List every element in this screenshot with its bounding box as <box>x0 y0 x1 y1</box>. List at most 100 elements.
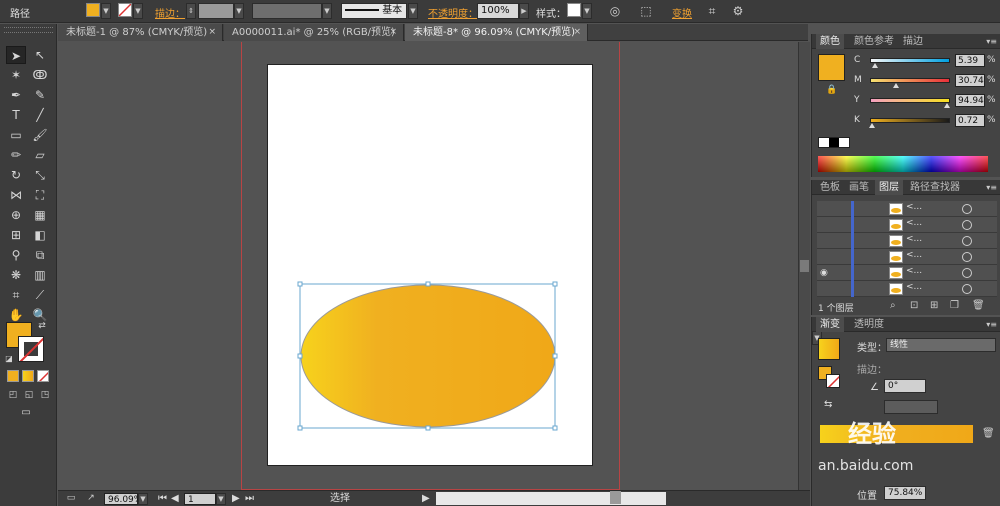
line-tool-icon[interactable]: ╱ <box>30 106 50 124</box>
width-tool-icon[interactable]: ⋈ <box>6 186 26 204</box>
panel-menu-icon[interactable]: ▾≡ <box>986 34 997 49</box>
graphic-style-dropdown[interactable]: ▼ <box>582 3 592 19</box>
perspective-grid-tool-icon[interactable]: ▦ <box>30 206 50 224</box>
share-icon[interactable]: ↗ <box>84 491 98 505</box>
zoom-level-field[interactable]: 96.09% <box>104 493 142 505</box>
channel-value-field[interactable]: 0.72 <box>955 114 985 127</box>
channel-slider[interactable] <box>870 98 950 103</box>
prev-artboard-icon[interactable]: ◀ <box>171 493 179 505</box>
visibility-eye-icon[interactable] <box>820 219 832 231</box>
color-spectrum-bar[interactable] <box>818 156 988 172</box>
align-options-icon[interactable]: ⬚ <box>638 3 654 19</box>
paintbrush-tool-icon[interactable]: 🖌 <box>30 126 50 144</box>
channel-slider[interactable] <box>870 118 950 123</box>
next-artboard-icon[interactable]: ▶ <box>232 493 240 505</box>
new-sublayer-icon[interactable]: ⊞ <box>930 300 938 311</box>
status-menu-arrow[interactable]: ▶ <box>422 493 430 505</box>
gradient-type-dropdown[interactable]: 线性 <box>886 338 996 352</box>
vertical-scrollbar[interactable] <box>798 42 810 490</box>
delete-stop-icon[interactable]: 🗑 <box>982 428 995 439</box>
layer-row[interactable]: <... <box>817 281 997 297</box>
target-circle-icon[interactable] <box>962 268 972 278</box>
delete-layer-icon[interactable]: 🗑 <box>972 300 985 311</box>
stroke-weight-dropdown[interactable]: ▼ <box>234 3 244 19</box>
gradient-ellipse[interactable] <box>300 284 556 428</box>
rotate-tool-icon[interactable]: ↻ <box>6 166 26 184</box>
visibility-eye-icon[interactable] <box>820 251 832 263</box>
tab-color-guide[interactable]: 颜色参考 <box>850 34 898 49</box>
draw-normal-icon[interactable]: ◰ <box>6 388 20 402</box>
horizontal-scroll-thumb[interactable] <box>610 491 621 504</box>
none-mode-button[interactable] <box>37 370 49 382</box>
tab-doc-3-active[interactable]: 未标题-8* @ 96.09% (CMYK/预览) × <box>405 24 588 41</box>
channel-value-field[interactable]: 94.94 <box>955 94 985 107</box>
gradient-angle-field[interactable]: 0° <box>884 379 926 393</box>
vertical-scroll-thumb[interactable] <box>800 260 809 272</box>
panel-menu-icon[interactable]: ▾≡ <box>986 317 997 332</box>
channel-slider-thumb[interactable] <box>893 83 899 88</box>
stroke-none-swatch[interactable] <box>118 3 132 17</box>
type-tool-icon[interactable]: T <box>6 106 26 124</box>
channel-slider-thumb[interactable] <box>869 123 875 128</box>
document-canvas[interactable] <box>58 42 798 490</box>
tab-doc-1[interactable]: 未标题-1 @ 87% (CMYK/预览) × <box>58 24 223 41</box>
target-circle-icon[interactable] <box>962 236 972 246</box>
layer-row[interactable]: <... <box>817 201 997 217</box>
gradient-tool-icon[interactable]: ◧ <box>30 226 50 244</box>
toolbox-grip[interactable] <box>4 27 53 33</box>
close-icon[interactable]: × <box>573 24 581 41</box>
artboard-tool-icon[interactable]: ⌗ <box>6 286 26 304</box>
lasso-tool-icon[interactable]: ↂ <box>30 66 50 84</box>
fill-dropdown-arrow[interactable]: ▼ <box>101 3 111 19</box>
tab-gradient[interactable]: 渐变 <box>816 317 844 332</box>
magic-wand-tool-icon[interactable]: ✶ <box>6 66 26 84</box>
screen-mode-icon[interactable]: ▭ <box>16 406 36 420</box>
eraser-tool-icon[interactable]: ▱ <box>30 146 50 164</box>
shape-builder-tool-icon[interactable]: ⊕ <box>6 206 26 224</box>
rectangle-tool-icon[interactable]: ▭ <box>6 126 26 144</box>
variable-width-field[interactable] <box>252 3 322 19</box>
stop-position-field[interactable]: 75.84% <box>884 486 926 500</box>
stroke-dropdown-arrow[interactable]: ▼ <box>133 3 143 19</box>
channel-value-field[interactable]: 30.74 <box>955 74 985 87</box>
visibility-eye-icon[interactable] <box>820 235 832 247</box>
stroke-weight-field[interactable] <box>198 3 234 19</box>
curvature-tool-icon[interactable]: ✎ <box>30 86 50 104</box>
channel-slider-thumb[interactable] <box>944 103 950 108</box>
stroke-weight-stepper[interactable]: ⇕ <box>186 3 196 19</box>
last-artboard-icon[interactable]: ⏭ <box>245 493 254 505</box>
target-circle-icon[interactable] <box>962 204 972 214</box>
slice-tool-icon[interactable]: ⟋ <box>30 286 50 304</box>
color-mode-button[interactable] <box>7 370 19 382</box>
opacity-field[interactable]: 100% <box>477 3 519 19</box>
free-transform-tool-icon[interactable]: ⛶ <box>30 186 50 204</box>
tab-brushes[interactable]: 画笔 <box>845 180 873 195</box>
gradient-preview-swatch[interactable] <box>818 338 840 360</box>
symbol-sprayer-tool-icon[interactable]: ❋ <box>6 266 26 284</box>
layer-row[interactable]: <... <box>817 233 997 249</box>
tab-pathfinder[interactable]: 路径查找器 <box>906 180 964 195</box>
column-graph-tool-icon[interactable]: ▥ <box>30 266 50 284</box>
scale-tool-icon[interactable]: ⤡ <box>30 166 50 184</box>
tab-swatches[interactable]: 色板 <box>816 180 844 195</box>
variable-width-dropdown[interactable]: ▼ <box>322 3 332 19</box>
channel-slider[interactable] <box>870 58 950 63</box>
none-black-white-swatches[interactable] <box>818 137 850 148</box>
fill-color-swatch[interactable] <box>86 3 100 17</box>
clipping-mask-icon[interactable]: ⊡ <box>910 300 918 311</box>
recolor-icon[interactable]: ◎ <box>607 3 623 19</box>
brush-style-field[interactable]: 基本 <box>341 3 407 19</box>
new-layer-icon[interactable]: ❐ <box>950 300 959 311</box>
tab-doc-2[interactable]: A0000011.ai* @ 25% (RGB/预览) × <box>224 24 404 41</box>
gradient-mode-button[interactable] <box>22 370 34 382</box>
stroke-color-box[interactable] <box>18 336 44 362</box>
panel-menu-icon[interactable]: ▾≡ <box>986 180 997 195</box>
layer-row[interactable]: ◉ <... <box>817 265 997 281</box>
channel-slider-thumb[interactable] <box>872 63 878 68</box>
horizontal-scrollbar[interactable] <box>436 492 666 505</box>
draw-inside-icon[interactable]: ◳ <box>38 388 52 402</box>
graphic-style-swatch[interactable] <box>567 3 581 17</box>
target-circle-icon[interactable] <box>962 220 972 230</box>
zoom-dropdown[interactable]: ▼ <box>138 493 148 505</box>
pencil-tool-icon[interactable]: ✏ <box>6 146 26 164</box>
